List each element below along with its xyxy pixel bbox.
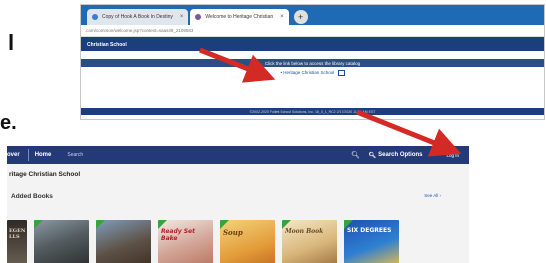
log-in-button[interactable]: Log In (436, 153, 469, 158)
close-icon[interactable]: × (180, 14, 184, 20)
tab-label: Copy of Hook A Book In Destiny (102, 14, 173, 20)
tab-favicon-icon (195, 14, 202, 20)
search-options-label: Search Options (378, 152, 423, 158)
book-cover[interactable]: SIX DEGREES (344, 220, 399, 263)
catalog-instruction: Click the link below to access the libra… (81, 59, 544, 67)
school-title: ritage Christian School (9, 171, 81, 178)
row-title: Added Books (11, 193, 53, 200)
book-cover[interactable] (34, 220, 89, 263)
browser-tab-bar: Copy of Hook A Book In Destiny × Welcome… (81, 5, 544, 25)
destiny-welcome-screenshot: Copy of Hook A Book In Destiny × Welcome… (80, 4, 545, 120)
search-input[interactable]: Search (59, 146, 348, 164)
library-book-icon (337, 70, 345, 76)
cover-title: Moon Book (285, 228, 324, 235)
book-cover[interactable]: Ready Set Bake (158, 220, 213, 263)
cover-title: EGEN LLS (9, 228, 26, 240)
app-navbar: over Home Search 🔍︎ 🔍︎ Search Options Lo… (7, 146, 469, 164)
page-footer: ©2002-2020 Follett School Solutions, Inc… (81, 108, 544, 115)
site-banner: Christian School (81, 37, 544, 51)
catalog-link-row: • Heritage Christian School (81, 70, 544, 76)
search-options-button[interactable]: 🔍︎ Search Options (363, 152, 437, 159)
library-app-screenshot: over Home Search 🔍︎ 🔍︎ Search Options Lo… (7, 146, 469, 263)
browser-tab[interactable]: Copy of Hook A Book In Destiny × (87, 9, 189, 25)
book-cover[interactable]: Moon Book (282, 220, 337, 263)
cover-title: Ready Set Bake (161, 228, 195, 242)
slide-text-fragment: l (8, 30, 15, 55)
book-cover[interactable]: Soup (220, 220, 275, 263)
slide-text-fragment: e. (0, 112, 17, 134)
cover-title: SIX DEGREES (347, 227, 392, 234)
close-icon[interactable]: × (280, 14, 284, 20)
new-tab-plus-icon[interactable]: + (293, 10, 308, 24)
nav-discover[interactable]: over (7, 152, 24, 158)
book-carousel: EGEN LLS Ready Set Bake Soup Moon Book S… (7, 220, 399, 263)
heritage-catalog-link[interactable]: Heritage Christian School (283, 70, 334, 75)
browser-tab-active[interactable]: Welcome to Heritage Christian × (190, 9, 289, 25)
search-icon: 🔍︎ (368, 152, 377, 159)
address-bar[interactable]: .com/common/welcome.jsp?context=saas49_2… (81, 25, 544, 37)
nav-home[interactable]: Home (33, 152, 60, 158)
new-badge-icon (96, 220, 105, 229)
book-cover[interactable] (96, 220, 151, 263)
added-books-header: Added Books See All › (7, 178, 469, 200)
new-badge-icon (34, 220, 43, 229)
tab-label: Welcome to Heritage Christian (205, 14, 274, 20)
see-all-link[interactable]: See All › (424, 193, 441, 200)
book-cover[interactable]: EGEN LLS (7, 220, 27, 263)
search-icon[interactable]: 🔍︎ (349, 151, 363, 159)
cover-title: Soup (223, 228, 243, 237)
tab-favicon-icon (92, 14, 98, 20)
nav-divider (27, 149, 29, 161)
